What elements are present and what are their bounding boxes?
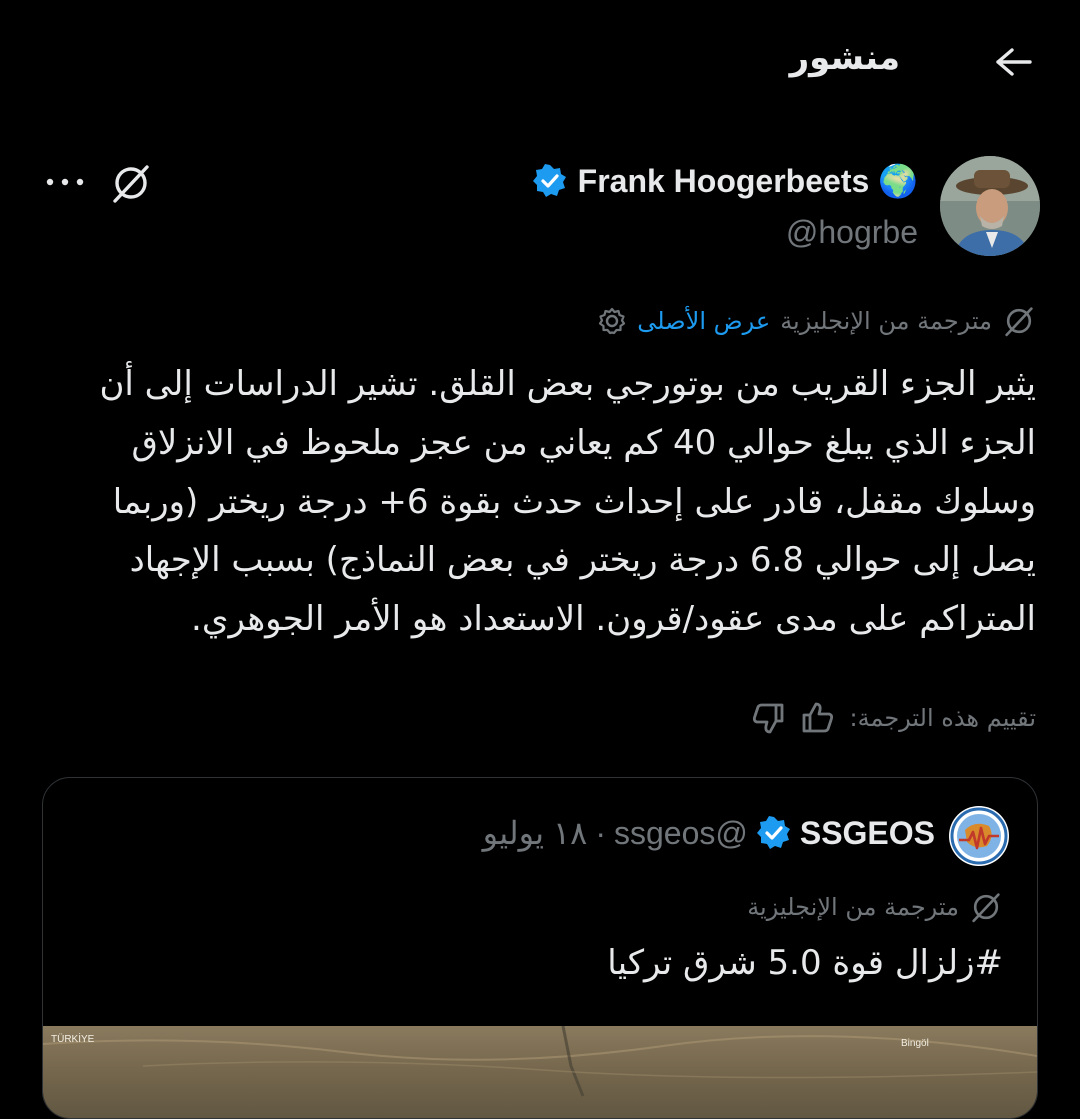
translation-info-row: مترجمة من الإنجليزية عرض الأصلى [597,304,1036,338]
translate-icon [1005,307,1033,337]
arrow-right-icon [996,48,1032,76]
rate-translation-label: تقييم هذه الترجمة: [849,704,1037,732]
translated-from-label: مترجمة من الإنجليزية [780,307,992,335]
quoted-map-image[interactable]: TÜRKİYE Bingöl [43,1026,1037,1118]
author-handle[interactable]: @hogrbe [786,214,918,251]
back-button[interactable] [992,40,1036,84]
quoted-date[interactable]: ١٨ يوليو [483,814,588,852]
quoted-translated-from-label: مترجمة من الإنجليزية [747,893,959,921]
quoted-handle[interactable]: @ssgeos [614,815,748,852]
verified-badge-icon [756,816,790,849]
more-horizontal-icon [46,178,84,186]
author-name[interactable]: Frank Hoogerbeets 🌍 [578,162,918,200]
quoted-author-row: SSGEOS @ssgeos · ١٨ يوليو [483,814,935,852]
avatar-image [940,156,1040,256]
page-title: منشور [789,38,900,78]
post-text: يثير الجزء القريب من بوتورجي بعض القلق. … [99,364,1036,640]
gear-icon[interactable] [597,306,627,336]
map-texture [43,1026,1037,1097]
ssgeos-logo-icon [950,807,1008,865]
thumbs-up-icon[interactable] [800,700,836,736]
quoted-author-name[interactable]: SSGEOS [800,815,935,852]
grok-icon [113,165,149,203]
map-label-city: Bingöl [901,1038,929,1049]
more-options-button[interactable] [40,160,90,204]
verified-badge-icon [532,164,566,197]
thumbs-down-icon[interactable] [750,700,786,736]
grok-button[interactable] [106,158,156,208]
rate-translation-row: تقييم هذه الترجمة: [750,700,1037,736]
quoted-post-card[interactable]: SSGEOS @ssgeos · ١٨ يوليو مترجمة من الإن… [42,777,1038,1119]
author-name-row: Frank Hoogerbeets 🌍 [532,162,918,200]
quoted-separator: · [595,814,606,851]
map-label-country: TÜRKİYE [51,1034,95,1045]
avatar[interactable] [940,156,1040,256]
translate-icon [972,893,1000,923]
quoted-translation-row: مترجمة من الإنجليزية [747,890,1003,924]
quoted-avatar[interactable] [949,806,1009,866]
quoted-post-text: #زلزال قوة 5.0 شرق تركيا [607,943,1003,983]
show-original-link[interactable]: عرض الأصلى [637,307,770,335]
